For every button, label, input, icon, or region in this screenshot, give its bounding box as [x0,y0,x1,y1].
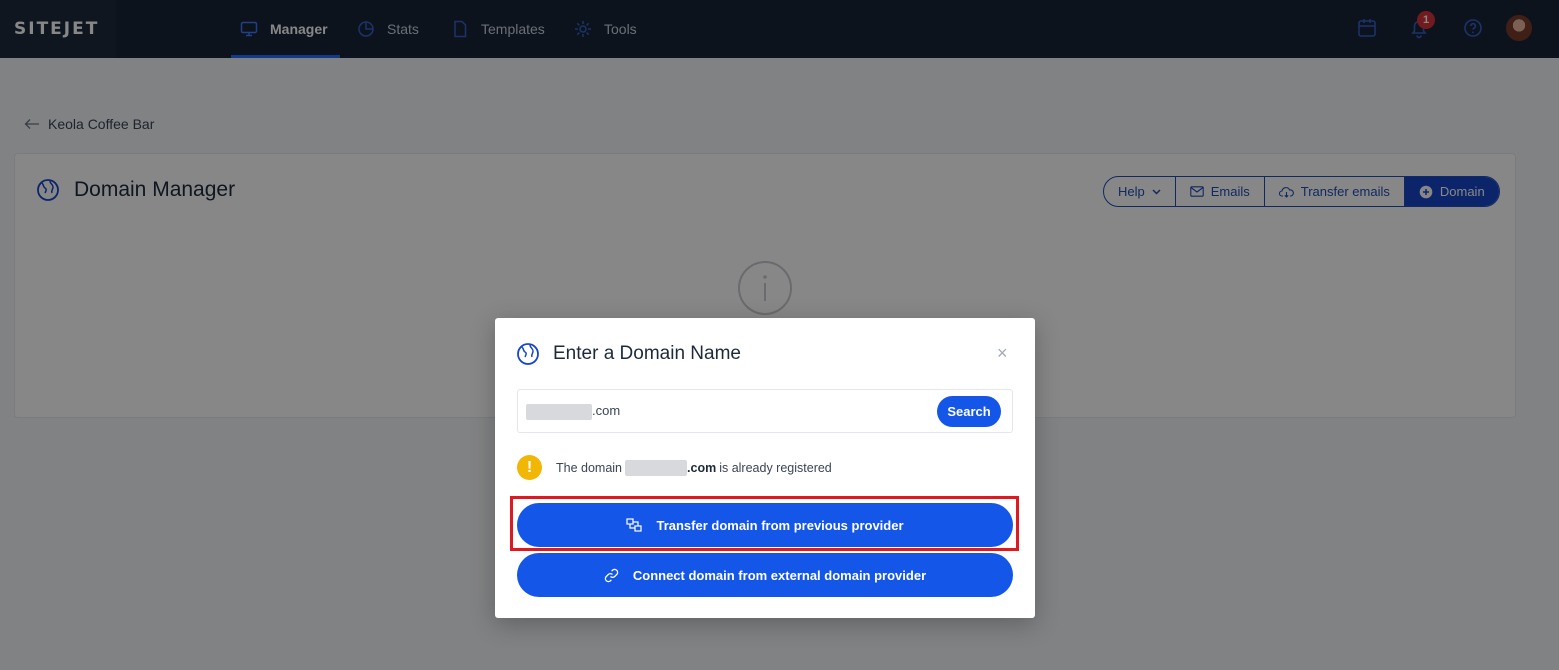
redacted-text [625,459,688,476]
warning-prefix: The domain [556,460,623,475]
modal-title: Enter a Domain Name [553,343,741,364]
domain-warning: ! The domain .com is already registered [517,455,832,480]
domain-search-field[interactable]: .com Search [517,389,1013,433]
enter-domain-modal: Enter a Domain Name × .com Search ! The … [495,318,1035,618]
connect-domain-button[interactable]: Connect domain from external domain prov… [517,553,1013,597]
close-icon[interactable]: × [997,344,1011,362]
warning-icon: ! [517,455,542,480]
warning-domain-suffix: .com [687,460,717,475]
redacted-text [526,404,592,420]
highlight-box [510,496,1019,551]
globe-icon [517,343,539,365]
domain-input-value[interactable]: .com [592,403,620,418]
warning-text: The domain .com is already registered [556,459,832,476]
warning-suffix: is already registered [719,460,832,475]
link-icon [604,568,619,582]
connect-domain-label: Connect domain from external domain prov… [632,567,927,583]
search-button[interactable]: Search [937,396,1001,427]
modal-header: Enter a Domain Name [516,342,741,366]
